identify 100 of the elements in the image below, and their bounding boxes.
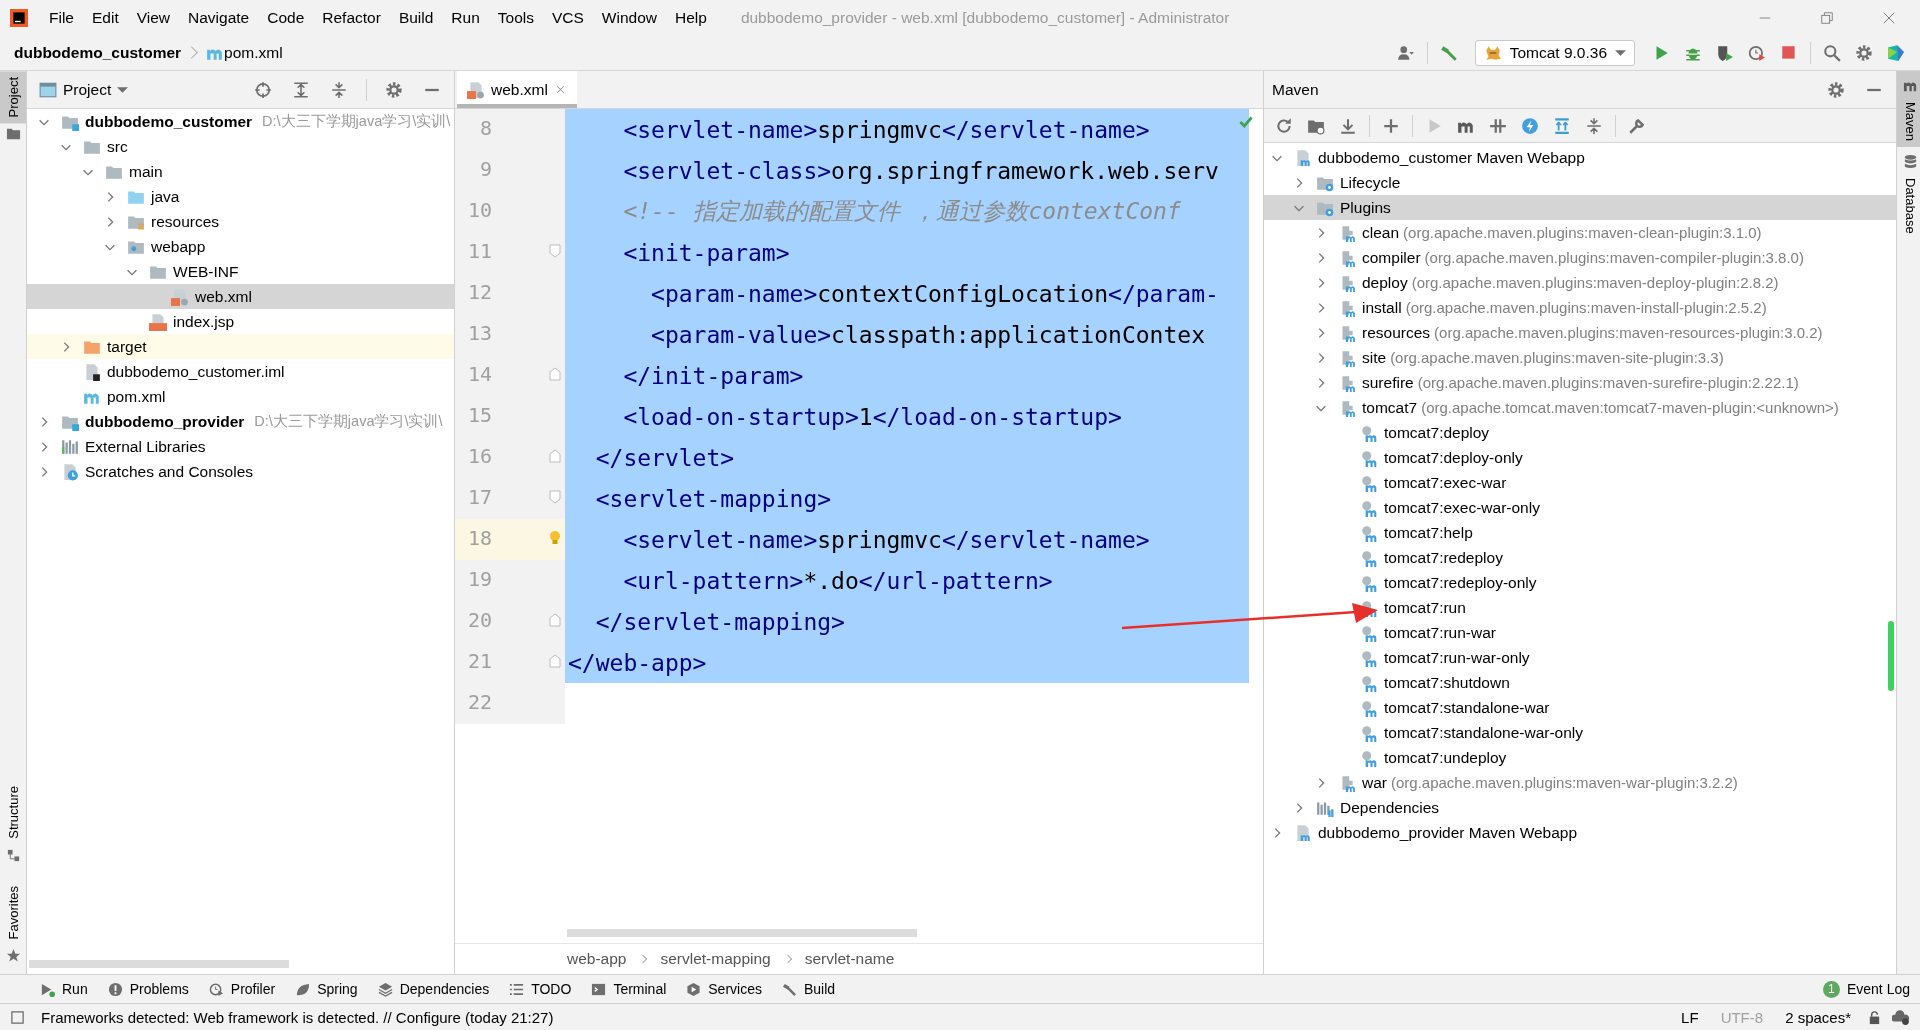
tree-item[interactable]: index.jsp — [27, 309, 454, 334]
fold-marker-icon[interactable] — [549, 613, 561, 627]
menu-item[interactable]: Build — [389, 8, 443, 27]
tree-item[interactable]: WEB-INF — [27, 259, 454, 284]
menu-item[interactable]: Help — [666, 8, 716, 27]
event-log-button[interactable]: 1 Event Log — [1812, 978, 1920, 1000]
tree-item[interactable]: tomcat7:standalone-war — [1264, 695, 1896, 720]
tree-item[interactable]: java — [27, 184, 454, 209]
search-icon[interactable] — [1823, 43, 1841, 62]
breadcrumb-item[interactable]: servlet-name — [800, 950, 899, 968]
menu-item[interactable]: Tools — [488, 8, 543, 27]
fold-marker-icon[interactable] — [549, 449, 561, 463]
tool-window-button[interactable]: Run — [30, 979, 98, 999]
tree-item[interactable]: External Libraries — [27, 434, 454, 459]
refresh-icon[interactable] — [1275, 116, 1293, 135]
restore-icon[interactable] — [1820, 10, 1834, 25]
add-icon[interactable] — [1382, 116, 1400, 135]
tool-window-tab[interactable]: Favorites — [0, 879, 26, 945]
tree-item[interactable]: Dependencies — [1264, 795, 1896, 820]
tree-item[interactable]: tomcat7:redeploy-only — [1264, 570, 1896, 595]
menu-item[interactable]: Refactor — [313, 8, 390, 27]
collapse-all-icon[interactable] — [1585, 116, 1603, 135]
tree-item[interactable]: tomcat7:standalone-war-only — [1264, 720, 1896, 745]
tree-item[interactable]: tomcat7:undeploy — [1264, 745, 1896, 770]
tool-window-button[interactable]: Profiler — [198, 979, 286, 999]
menu-item[interactable]: Code — [258, 8, 314, 27]
tree-item[interactable]: tomcat7:exec-war — [1264, 470, 1896, 495]
wrench-icon[interactable] — [1628, 116, 1646, 135]
tree-item[interactable]: src — [27, 134, 454, 159]
tree-item[interactable]: target — [27, 334, 454, 359]
close-icon[interactable] — [1882, 10, 1896, 25]
skip-icon[interactable] — [1489, 116, 1507, 135]
tool-window-button[interactable]: Terminal — [581, 979, 677, 999]
tree-item[interactable]: web.xml — [27, 284, 454, 309]
tool-window-tab[interactable]: Structure — [0, 779, 26, 845]
tool-window-button[interactable]: TODO — [499, 979, 582, 999]
scrollbar-thumb[interactable] — [567, 929, 917, 937]
lightning-icon[interactable] — [1521, 116, 1539, 135]
tool-window-tab[interactable]: Project — [0, 71, 26, 124]
tree-item[interactable]: webapp — [27, 234, 454, 259]
run-config-dropdown[interactable]: Tomcat 9.0.36 — [1474, 39, 1635, 66]
caret-icon[interactable] — [117, 86, 129, 93]
tool-window-button[interactable]: Problems — [97, 979, 199, 999]
expand-all-icon[interactable] — [292, 80, 310, 99]
tree-item[interactable]: dubbodemo_customer.iml — [27, 359, 454, 384]
status-item[interactable]: LF — [1675, 1008, 1705, 1026]
menu-item[interactable]: File — [40, 8, 83, 27]
tool-window-button[interactable]: Dependencies — [367, 979, 500, 999]
scrollbar-thumb[interactable] — [1888, 621, 1894, 691]
tree-item[interactable]: tomcat7 (org.apache.tomcat.maven:tomcat7-maven-plugin:<unknown>) — [1264, 395, 1896, 420]
user-icon[interactable] — [1396, 43, 1415, 62]
download-icon[interactable] — [1339, 116, 1357, 135]
tree-item[interactable]: compiler (org.apache.maven.plugins:maven-compiler-plugin:3.8.0) — [1264, 245, 1896, 270]
breadcrumb-item[interactable]: dubbodemo_customer — [14, 43, 182, 62]
tree-item[interactable]: tomcat7:shutdown — [1264, 670, 1896, 695]
fold-marker-icon[interactable] — [549, 654, 561, 668]
tool-window-tab[interactable]: Database — [1897, 172, 1920, 240]
tree-item[interactable]: dubbodemo_customer D:\大三下学期java学习\实训\ — [27, 109, 454, 134]
logo-icon[interactable] — [1887, 43, 1905, 62]
tree-item[interactable]: deploy (org.apache.maven.plugins:maven-deploy-plugin:2.8.2) — [1264, 270, 1896, 295]
tool-window-button[interactable]: Services — [676, 979, 772, 999]
menu-item[interactable]: VCS — [542, 8, 593, 27]
stop-icon[interactable] — [1780, 43, 1798, 62]
tree-item[interactable]: tomcat7:exec-war-only — [1264, 495, 1896, 520]
tree-item[interactable]: main — [27, 159, 454, 184]
tree-item[interactable]: pom.xml — [27, 384, 454, 409]
settings-icon[interactable] — [1855, 43, 1873, 62]
fold-marker-icon[interactable] — [549, 367, 561, 381]
editor-tab[interactable]: web.xml — [457, 71, 577, 108]
panel-toggle-icon[interactable] — [10, 1009, 25, 1025]
tree-item[interactable]: dubbodemo_provider Maven Webapp — [1264, 820, 1896, 845]
tree-item[interactable]: install (org.apache.maven.plugins:maven-install-plugin:2.5.2) — [1264, 295, 1896, 320]
fold-marker-icon[interactable] — [549, 244, 561, 258]
settings-icon[interactable] — [385, 80, 403, 99]
breadcrumb-item[interactable]: pom.xml — [224, 43, 283, 62]
panel-title[interactable]: Project — [63, 80, 112, 99]
tree-item[interactable]: Plugins — [1264, 195, 1896, 220]
tree-item[interactable]: dubbodemo_customer Maven Webapp — [1264, 145, 1896, 170]
menu-item[interactable]: Navigate — [179, 8, 259, 27]
tree-item[interactable]: resources — [27, 209, 454, 234]
tree-item[interactable]: clean (org.apache.maven.plugins:maven-clean-plugin:3.1.0) — [1264, 220, 1896, 245]
scrollbar-thumb[interactable] — [29, 960, 289, 968]
breadcrumb-item[interactable]: web-app — [563, 950, 631, 968]
tree-item[interactable]: Lifecycle — [1264, 170, 1896, 195]
tree-item[interactable]: surefire (org.apache.maven.plugins:maven-surefire-plugin:2.22.1) — [1264, 370, 1896, 395]
tree-item[interactable]: Scratches and Consoles — [27, 459, 454, 484]
menu-item[interactable]: Window — [592, 8, 666, 27]
tree-item[interactable]: tomcat7:deploy-only — [1264, 445, 1896, 470]
tree-item[interactable]: war (org.apache.maven.plugins:maven-war-plugin:3.2.2) — [1264, 770, 1896, 795]
menu-item[interactable]: View — [127, 8, 180, 27]
collapse-all-icon[interactable] — [330, 80, 348, 99]
tree-item[interactable]: site (org.apache.maven.plugins:maven-site-plugin:3.3) — [1264, 345, 1896, 370]
lock-icon[interactable] — [1867, 1009, 1882, 1025]
fold-marker-icon[interactable] — [549, 490, 561, 504]
settings-icon[interactable] — [1827, 80, 1845, 99]
clock-icon[interactable] — [1748, 43, 1766, 62]
tree-item[interactable]: tomcat7:run-war-only — [1264, 645, 1896, 670]
bulb-icon[interactable] — [547, 529, 563, 547]
tree-item[interactable]: dubbodemo_provider D:\大三下学期java学习\实训\ — [27, 409, 454, 434]
crosshair-icon[interactable] — [254, 80, 272, 99]
